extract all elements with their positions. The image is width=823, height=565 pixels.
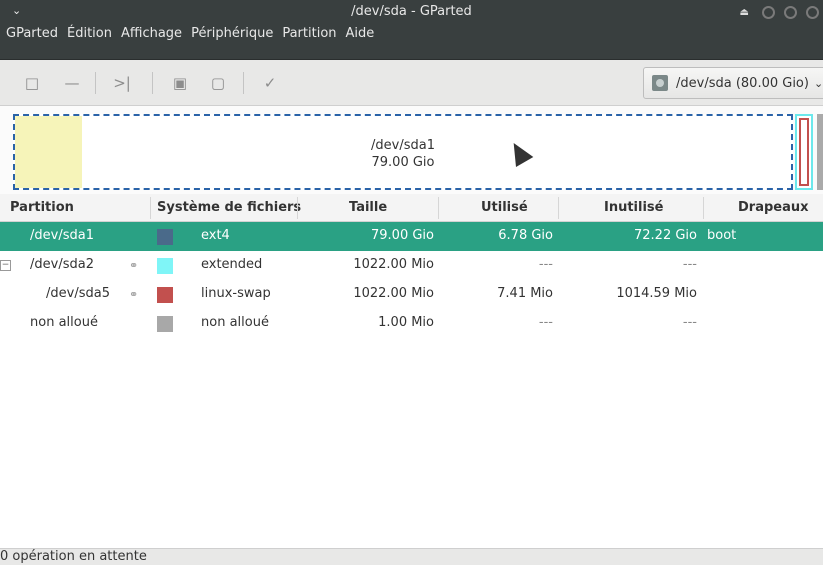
menu-bar: GParted Édition Affichage Périphérique P… bbox=[0, 26, 823, 60]
partition-size: 79.00 Gio bbox=[371, 228, 434, 243]
disk-graphic: /dev/sda1 79.00 Gio bbox=[0, 106, 823, 194]
filesystem-color-swatch bbox=[157, 229, 173, 245]
close-button[interactable] bbox=[806, 6, 819, 19]
resize-move-icon[interactable]: >| bbox=[112, 73, 132, 93]
partition-size: 1022.00 Mio bbox=[353, 286, 434, 301]
copy-icon[interactable]: ▣ bbox=[170, 73, 190, 93]
new-partition-icon[interactable]: □ bbox=[22, 73, 42, 93]
disk-map-sda1-name: /dev/sda1 bbox=[371, 138, 435, 153]
menu-edition[interactable]: Édition bbox=[67, 26, 112, 41]
disk-map-unallocated[interactable] bbox=[817, 114, 823, 190]
status-bar: 0 opération en attente bbox=[0, 548, 823, 565]
delete-partition-icon[interactable]: — bbox=[62, 73, 82, 93]
filesystem-color-swatch bbox=[157, 258, 173, 274]
column-filesystem[interactable]: Système de fichiers bbox=[157, 200, 301, 215]
filesystem-type: non alloué bbox=[201, 315, 269, 330]
apply-check-icon[interactable]: ✓ bbox=[260, 73, 280, 93]
toolbar: □ — >| ▣ ▢ ✓ /dev/sda (80.00 Gio) ⌄ bbox=[0, 60, 823, 106]
column-divider bbox=[297, 197, 298, 219]
column-divider bbox=[438, 197, 439, 219]
toolbar-separator bbox=[243, 72, 244, 94]
hard-disk-icon bbox=[652, 75, 668, 91]
filesystem-type: ext4 bbox=[201, 228, 230, 243]
disk-map-sda1[interactable]: /dev/sda1 79.00 Gio bbox=[13, 114, 793, 190]
partition-flags: boot bbox=[707, 228, 737, 243]
toolbar-separator bbox=[152, 72, 153, 94]
key-icon: ⚭ bbox=[129, 259, 139, 272]
table-header: Partition Système de fichiers Taille Uti… bbox=[0, 194, 823, 222]
partition-unused: 72.22 Gio bbox=[634, 228, 697, 243]
table-row-sda2[interactable]: − /dev/sda2 ⚭ extended 1022.00 Mio --- -… bbox=[0, 251, 823, 280]
partition-name: /dev/sda2 bbox=[30, 257, 94, 272]
filesystem-color-swatch bbox=[157, 287, 173, 303]
eject-icon[interactable]: ⏏ bbox=[740, 7, 749, 18]
column-unused[interactable]: Inutilisé bbox=[604, 200, 663, 215]
partition-table: Partition Système de fichiers Taille Uti… bbox=[0, 194, 823, 548]
filesystem-color-swatch bbox=[157, 316, 173, 332]
column-used[interactable]: Utilisé bbox=[481, 200, 528, 215]
disk-map-sda1-size: 79.00 Gio bbox=[371, 155, 435, 170]
filesystem-type: linux-swap bbox=[201, 286, 271, 301]
paste-icon[interactable]: ▢ bbox=[208, 73, 228, 93]
filesystem-type: extended bbox=[201, 257, 263, 272]
menu-affichage[interactable]: Affichage bbox=[121, 26, 182, 41]
collapse-icon[interactable]: − bbox=[0, 260, 11, 271]
partition-unused: --- bbox=[682, 257, 697, 272]
toolbar-separator bbox=[95, 72, 96, 94]
column-divider bbox=[703, 197, 704, 219]
menu-aide[interactable]: Aide bbox=[346, 26, 375, 41]
partition-unused: 1014.59 Mio bbox=[616, 286, 697, 301]
partition-name: /dev/sda5 bbox=[46, 286, 110, 301]
table-row-sda5[interactable]: /dev/sda5 ⚭ linux-swap 1022.00 Mio 7.41 … bbox=[0, 280, 823, 309]
partition-used: --- bbox=[538, 315, 553, 330]
partition-name: /dev/sda1 bbox=[30, 228, 94, 243]
menu-peripherique[interactable]: Périphérique bbox=[191, 26, 273, 41]
partition-used: 6.78 Gio bbox=[498, 228, 553, 243]
column-size[interactable]: Taille bbox=[349, 200, 387, 215]
window-controls: ⏏ bbox=[740, 6, 819, 19]
device-selector[interactable]: /dev/sda (80.00 Gio) ⌄ bbox=[643, 67, 823, 99]
device-selector-label: /dev/sda (80.00 Gio) bbox=[676, 75, 809, 91]
column-divider bbox=[150, 197, 151, 219]
partition-used: 7.41 Mio bbox=[497, 286, 553, 301]
column-flags[interactable]: Drapeaux bbox=[738, 200, 809, 215]
table-row-unallocated[interactable]: non alloué non alloué 1.00 Mio --- --- bbox=[0, 309, 823, 338]
menu-gparted[interactable]: GParted bbox=[6, 26, 58, 41]
column-divider bbox=[558, 197, 559, 219]
maximize-button[interactable] bbox=[784, 6, 797, 19]
partition-used: --- bbox=[538, 257, 553, 272]
minimize-button[interactable] bbox=[762, 6, 775, 19]
key-icon: ⚭ bbox=[129, 288, 139, 301]
partition-size: 1.00 Mio bbox=[378, 315, 434, 330]
column-partition[interactable]: Partition bbox=[10, 200, 74, 215]
menu-partition[interactable]: Partition bbox=[282, 26, 336, 41]
partition-name: non alloué bbox=[30, 315, 98, 330]
window-title: /dev/sda - GParted bbox=[351, 4, 472, 19]
chevron-down-icon: ⌄ bbox=[813, 76, 823, 90]
table-row-sda1[interactable]: /dev/sda1 ext4 79.00 Gio 6.78 Gio 72.22 … bbox=[0, 222, 823, 251]
disk-map-sda1-label: /dev/sda1 79.00 Gio bbox=[15, 137, 791, 171]
partition-unused: --- bbox=[682, 315, 697, 330]
partition-size: 1022.00 Mio bbox=[353, 257, 434, 272]
disk-map-sda5-swap[interactable] bbox=[799, 118, 809, 186]
